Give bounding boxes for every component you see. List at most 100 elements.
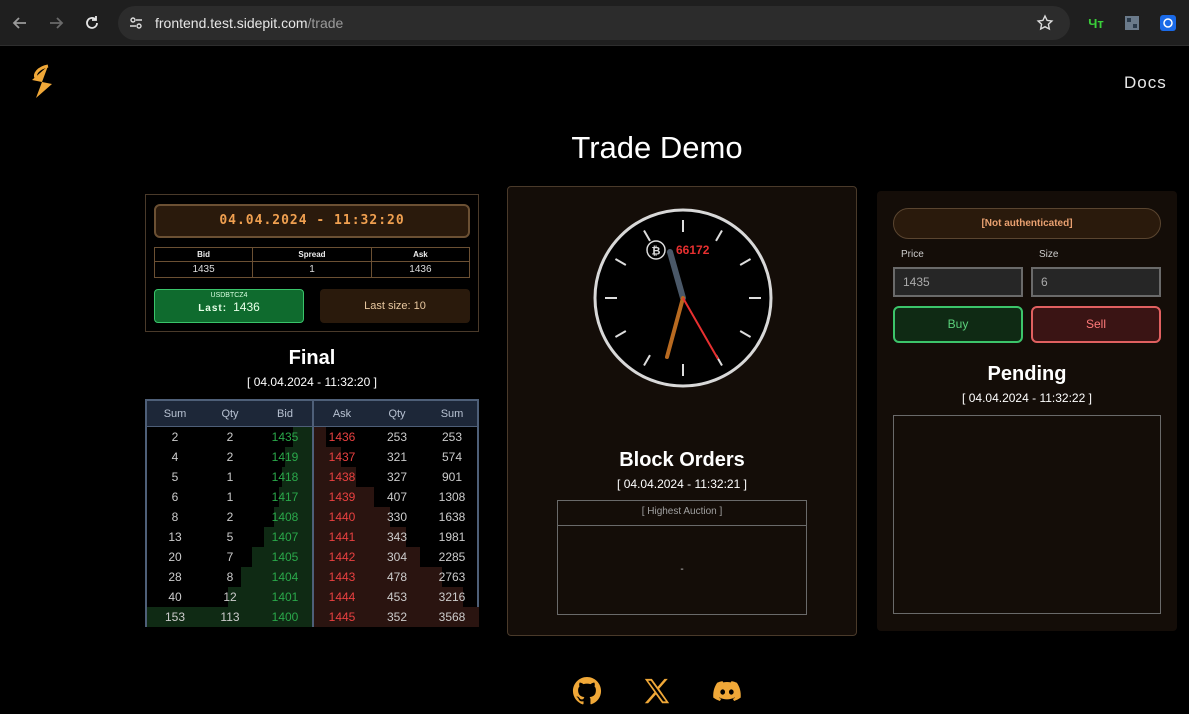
block-orders-panel: ₿ 66172 Block Orders [ 04.04.2024 - 11:3… — [507, 186, 857, 636]
ask-header: Ask — [370, 247, 471, 262]
header-bid-qty: Qty — [221, 408, 239, 420]
spread-header: Spread — [252, 247, 372, 262]
extension-sync-icon[interactable] — [1158, 13, 1178, 33]
cell-ask-sum: 1638 — [438, 510, 466, 524]
price-input[interactable] — [893, 267, 1023, 297]
address-bar[interactable]: frontend.test.sidepit.com/trade — [118, 6, 1070, 40]
cell-ask-sum: 2285 — [438, 550, 466, 564]
star-icon[interactable] — [1036, 14, 1054, 32]
clock-block-value: 66172 — [676, 243, 710, 257]
cell-bid-qty: 2 — [226, 430, 234, 444]
cell-bid-sum: 153 — [164, 610, 186, 624]
bid-value: 1435 — [153, 261, 254, 278]
github-icon[interactable] — [571, 676, 603, 706]
back-button[interactable] — [8, 11, 32, 35]
last-label: Last: — [198, 303, 228, 314]
cell-bid-price: 1419 — [271, 450, 299, 464]
bid-spread-ask-table: Bid Spread Ask 1435 1 1436 — [153, 247, 471, 278]
cell-bid-price: 1418 — [271, 470, 299, 484]
reload-button[interactable] — [80, 11, 104, 35]
bitcoin-symbol: ₿ — [652, 245, 661, 258]
discord-icon[interactable] — [711, 676, 743, 706]
cell-ask-qty: 352 — [386, 610, 408, 624]
cell-bid-qty: 2 — [226, 510, 234, 524]
cell-ask-price: 1436 — [328, 430, 356, 444]
order-entry-panel: [Not authenticated] Price Size Buy Sell … — [877, 191, 1177, 631]
cell-ask-sum: 3568 — [438, 610, 466, 624]
cell-ask-qty: 327 — [386, 470, 408, 484]
cell-ask-sum: 2763 — [438, 570, 466, 584]
header-bid-sum: Sum — [163, 408, 187, 420]
arrow-right-icon — [50, 17, 64, 29]
size-input[interactable] — [1031, 267, 1161, 297]
cell-ask-qty: 343 — [386, 530, 408, 544]
x-twitter-icon[interactable] — [641, 676, 673, 706]
cell-ask-price: 1445 — [328, 610, 356, 624]
cell-bid-qty: 113 — [220, 610, 240, 624]
cell-bid-sum: 6 — [171, 490, 179, 504]
cell-ask-sum: 1308 — [438, 490, 466, 504]
site-settings-icon[interactable] — [128, 15, 144, 31]
cell-ask-sum: 901 — [441, 470, 463, 484]
header-ask-qty: Qty — [388, 408, 406, 420]
ticker-panel: 04.04.2024 - 11:32:20 Bid Spread Ask 143… — [145, 194, 479, 332]
cell-ask-price: 1438 — [328, 470, 356, 484]
cell-bid-price: 1408 — [271, 510, 299, 524]
page-title: Trade Demo — [571, 130, 743, 165]
block-clock: ₿ 66172 — [593, 208, 773, 388]
sidepit-logo-icon[interactable] — [28, 64, 56, 100]
cell-bid-price: 1417 — [271, 490, 299, 504]
cell-ask-sum: 3216 — [438, 590, 466, 604]
forward-button[interactable] — [44, 11, 68, 35]
last-size: Last size: 10 — [320, 289, 470, 323]
cell-ask-qty: 407 — [386, 490, 408, 504]
cell-bid-sum: 13 — [168, 530, 182, 544]
cell-ask-sum: 253 — [441, 430, 463, 444]
cell-bid-sum: 28 — [168, 570, 182, 584]
final-title: Final — [288, 347, 336, 369]
cell-ask-sum: 1981 — [438, 530, 466, 544]
cell-ask-qty: 253 — [386, 430, 408, 444]
header-bid: Bid — [277, 408, 293, 420]
extension-calendar[interactable]: Чт — [1086, 13, 1106, 33]
cell-ask-sum: 574 — [441, 450, 463, 464]
header-ask: Ask — [332, 408, 352, 420]
ask-value: 1436 — [370, 261, 471, 278]
highest-auction-header: [ Highest Auction ] — [558, 501, 806, 526]
cell-bid-qty: 1 — [226, 470, 234, 484]
cell-ask-qty: 453 — [386, 590, 408, 604]
order-book: Sum Qty Bid Ask Qty Sum 2 2 1435 1436 253 253… — [145, 399, 479, 627]
cell-bid-price: 1435 — [271, 430, 299, 444]
cell-ask-price: 1439 — [328, 490, 356, 504]
pending-orders-box — [893, 415, 1161, 614]
cell-bid-sum: 2 — [171, 430, 179, 444]
auth-status-button[interactable]: [Not authenticated] — [893, 208, 1161, 239]
reload-icon — [86, 16, 98, 29]
cell-bid-qty: 2 — [226, 450, 234, 464]
pending-timestamp: [ 04.04.2024 - 11:32:22 ] — [962, 391, 1092, 405]
highest-auction-value: - — [680, 564, 684, 575]
extension-qr-icon[interactable] — [1122, 13, 1142, 33]
last-value: 1436 — [233, 300, 260, 314]
cell-bid-sum: 40 — [168, 590, 182, 604]
ticker-datetime: 04.04.2024 - 11:32:20 — [154, 204, 470, 238]
browser-toolbar: frontend.test.sidepit.com/trade Чт — [0, 0, 1189, 46]
block-orders-timestamp: [ 04.04.2024 - 11:32:21 ] — [617, 477, 747, 491]
cell-ask-qty: 330 — [386, 510, 408, 524]
header-ask-sum: Sum — [440, 408, 464, 420]
cell-bid-price: 1407 — [271, 530, 299, 544]
sell-button[interactable]: Sell — [1031, 306, 1161, 343]
url-text: frontend.test.sidepit.com/trade — [155, 15, 344, 31]
cell-bid-sum: 5 — [171, 470, 179, 484]
last-price-box: USDBTCZ4 Last: 1436 — [154, 289, 304, 323]
price-label: Price — [901, 249, 924, 260]
buy-button[interactable]: Buy — [893, 306, 1023, 343]
docs-link[interactable]: Docs — [1124, 73, 1167, 93]
cell-bid-price: 1404 — [271, 570, 299, 584]
cell-bid-qty: 8 — [226, 570, 234, 584]
cell-bid-sum: 8 — [171, 510, 179, 524]
arrow-left-icon — [12, 17, 26, 29]
cell-bid-qty: 5 — [226, 530, 234, 544]
cell-bid-qty: 7 — [226, 550, 234, 564]
cell-bid-sum: 4 — [171, 450, 179, 464]
